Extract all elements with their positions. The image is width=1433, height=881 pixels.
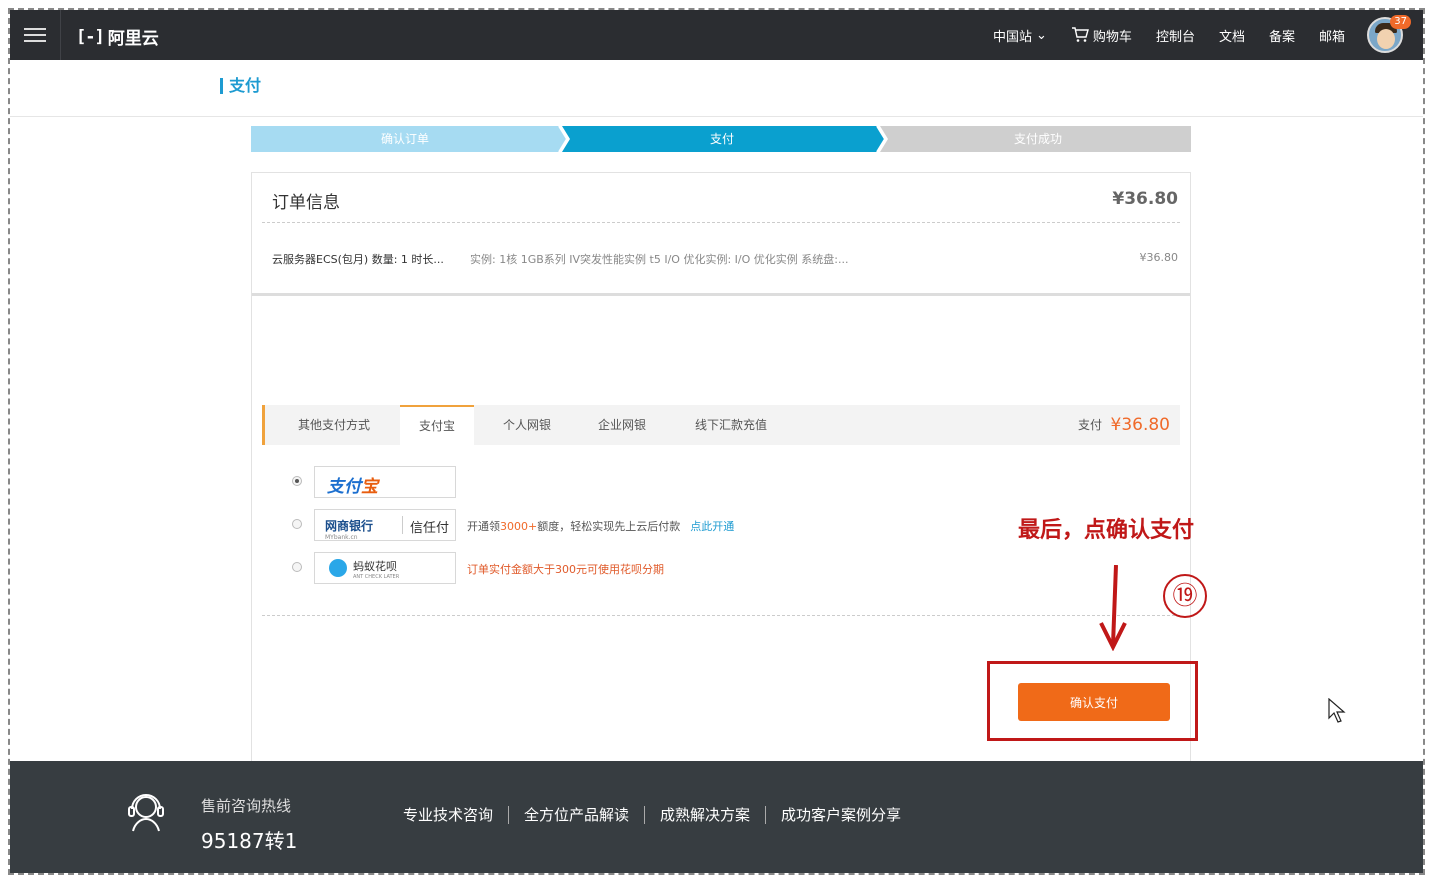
step-pay-success: 支付成功 xyxy=(1013,132,1062,146)
step-pay: 支付 xyxy=(709,132,734,146)
radio-mybank[interactable] xyxy=(292,519,302,529)
option-alipay[interactable]: 支付宝 xyxy=(292,466,1152,498)
chevron-down-icon: ⌄ xyxy=(1036,27,1047,43)
alipay-logo[interactable]: 支付宝 xyxy=(314,466,456,498)
order-info-heading: 订单信息 xyxy=(272,193,340,213)
annotation-text: 最后，点确认支付 xyxy=(1018,517,1195,543)
radio-alipay[interactable] xyxy=(292,476,302,486)
tab-personal-bank[interactable]: 个人网银 xyxy=(481,405,573,445)
region-label: 中国站 xyxy=(993,29,1033,45)
order-item: 云服务器ECS(包月) 数量: 1 时长... xyxy=(272,253,444,266)
hamburger-menu-icon[interactable] xyxy=(24,24,46,44)
pay-label: 支付 xyxy=(1077,418,1102,432)
divider xyxy=(60,10,61,60)
mybank-logo[interactable]: 网商银行 MYbank.cn 信任付 xyxy=(314,509,456,541)
footer-link-product-guide[interactable]: 全方位产品解读 xyxy=(524,804,629,825)
hotline-label: 售前咨询热线 xyxy=(201,797,292,815)
divider xyxy=(765,805,767,824)
alipay-logo-text: 支付 xyxy=(327,477,361,497)
headset-icon xyxy=(128,794,164,832)
trust-pay-text: 信任付 xyxy=(410,521,450,536)
footer-link-solutions[interactable]: 成熟解决方案 xyxy=(660,804,750,825)
aliyun-logo-icon: [-] xyxy=(76,26,105,47)
cart-label: 购物车 xyxy=(1092,29,1132,45)
region-selector[interactable]: 中国站 ⌄ xyxy=(993,26,1047,45)
mybank-name: 网商银行 xyxy=(325,519,374,533)
tab-other-methods[interactable]: 其他支付方式 xyxy=(265,405,403,445)
mybank-note-suffix: 额度，轻松实现先上云后付款 xyxy=(537,520,681,533)
annotation-step-number: ⑲ xyxy=(1163,574,1207,618)
divider xyxy=(508,805,510,824)
order-item-price: ¥36.80 xyxy=(1139,251,1179,264)
mybank-logo-text: 网商银行 MYbank.cn xyxy=(325,517,373,541)
aliyun-logo[interactable]: [-] 阿里云 xyxy=(76,24,159,50)
divider xyxy=(252,293,1190,296)
huabei-name: 蚂蚁花呗 xyxy=(353,560,397,573)
mybank-note: 开通领3000+额度，轻松实现先上云后付款 点此开通 xyxy=(467,518,734,534)
huabei-logo[interactable]: 蚂蚁花呗 ANT CHECK LATER xyxy=(314,552,456,584)
step-confirm-order: 确认订单 xyxy=(380,132,429,146)
screenshot-frame: [-] 阿里云 中国站 ⌄ 购物车 控制台 文档 备案 邮箱 37 支付 确认订… xyxy=(8,8,1425,875)
cart-icon xyxy=(1071,27,1089,42)
annotation-highlight-box xyxy=(987,661,1198,741)
page-title-bar: 支付 xyxy=(10,60,1423,117)
footer-link-case-studies[interactable]: 成功客户案例分享 xyxy=(781,804,901,825)
footer: 售前咨询热线 95187转1 专业技术咨询 全方位产品解读 成熟解决方案 成功客… xyxy=(10,761,1423,873)
brand-name: 阿里云 xyxy=(107,29,159,49)
top-navigation-bar: [-] 阿里云 中国站 ⌄ 购物车 控制台 文档 备案 邮箱 37 xyxy=(10,10,1423,60)
docs-link[interactable]: 文档 xyxy=(1219,26,1245,45)
mouse-cursor-icon xyxy=(1328,698,1346,723)
divider xyxy=(262,222,1180,223)
radio-huabei[interactable] xyxy=(292,562,302,572)
huabei-sub: ANT CHECK LATER xyxy=(353,574,400,580)
progress-steps: 确认订单 支付 支付成功 xyxy=(251,126,1191,152)
tab-corporate-bank[interactable]: 企业网银 xyxy=(575,405,669,445)
alipay-logo-text-accent: 宝 xyxy=(361,477,378,497)
notification-badge: 37 xyxy=(1390,15,1411,29)
mybank-note-prefix: 开通领 xyxy=(467,520,500,533)
mail-link[interactable]: 邮箱 xyxy=(1319,26,1345,45)
mybank-domain: MYbank.cn xyxy=(325,534,358,541)
huabei-note: 订单实付金额大于300元可使用花呗分期 xyxy=(467,563,664,576)
mybank-note-amount: 3000+ xyxy=(500,520,538,533)
huabei-icon xyxy=(329,559,347,577)
order-spec: 实例: 1核 1GB系列 IV突发性能实例 t5 I/O 优化实例: I/O 优… xyxy=(470,253,849,266)
huabei-logo-text: 蚂蚁花呗 ANT CHECK LATER xyxy=(353,558,399,580)
divider xyxy=(644,805,646,824)
payment-method-tabs: 其他支付方式 支付宝 个人网银 企业网银 线下汇款充值 支付 ¥36.80 xyxy=(262,405,1180,445)
page-title: 支付 xyxy=(220,78,261,94)
tab-alipay[interactable]: 支付宝 xyxy=(400,405,474,445)
cart-link[interactable]: 购物车 xyxy=(1071,26,1132,45)
divider xyxy=(262,615,1180,616)
icp-filing-link[interactable]: 备案 xyxy=(1269,26,1295,45)
activate-link[interactable]: 点此开通 xyxy=(690,520,734,533)
order-total: ¥36.80 xyxy=(1112,189,1178,209)
hotline-number: 95187转1 xyxy=(201,829,298,853)
console-link[interactable]: 控制台 xyxy=(1156,26,1195,45)
top-nav-links: 中国站 ⌄ 购物车 控制台 文档 备案 邮箱 xyxy=(969,10,1403,60)
option-huabei[interactable]: 蚂蚁花呗 ANT CHECK LATER 订单实付金额大于300元可使用花呗分期 xyxy=(292,552,1152,584)
tab-offline-transfer[interactable]: 线下汇款充值 xyxy=(671,405,791,445)
footer-links: 专业技术咨询 全方位产品解读 成熟解决方案 成功客户案例分享 xyxy=(403,804,901,825)
pay-amount: ¥36.80 xyxy=(1110,415,1170,435)
annotation-arrow-icon xyxy=(1099,565,1127,651)
footer-link-tech-consulting[interactable]: 专业技术咨询 xyxy=(403,804,493,825)
